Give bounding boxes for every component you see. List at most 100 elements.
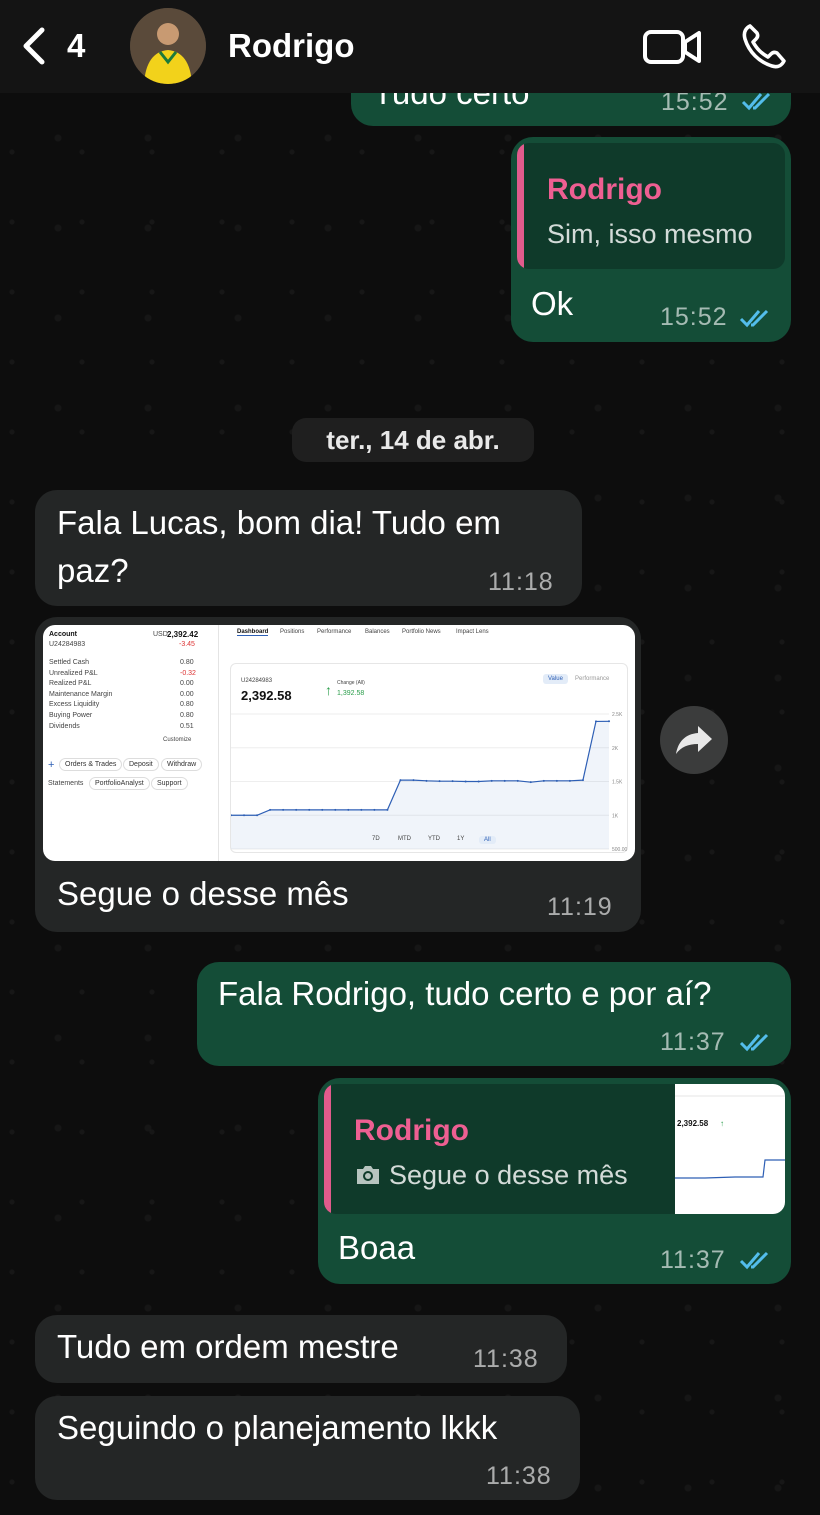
data-point [529, 781, 532, 784]
support-button[interactable]: Support [151, 777, 188, 790]
message-time: 15:52 [660, 303, 728, 331]
data-point [386, 808, 389, 811]
data-point [542, 779, 545, 782]
data-point [555, 779, 558, 782]
data-point [243, 814, 246, 817]
read-receipt-icon [739, 1251, 769, 1270]
message-bubble-outgoing[interactable]: Rodrigo Sim, isso mesmo Ok 15:52 [511, 137, 791, 342]
data-point [373, 808, 376, 811]
deposit-button[interactable]: Deposit [123, 758, 159, 771]
avatar[interactable] [130, 8, 206, 84]
message-text-line-1: Fala Lucas, bom dia! Tudo em [57, 504, 501, 541]
range-ytd[interactable]: YTD [428, 836, 440, 842]
account-row-value: -0.32 [180, 669, 196, 677]
account-row-value: 0.00 [180, 680, 194, 688]
quote-bar [324, 1084, 331, 1214]
data-point [451, 780, 454, 783]
statements-link[interactable]: Statements [48, 780, 83, 787]
quoted-message[interactable]: Rodrigo Sim, isso mesmo [517, 143, 785, 269]
data-point [282, 808, 285, 811]
chat-header: 4 Rodrigo [0, 0, 820, 93]
quote-bar [517, 143, 524, 269]
message-bubble-incoming[interactable]: Tudo em ordem mestre 11:38 [35, 1315, 567, 1383]
portfolio-analyst-button[interactable]: PortfolioAnalyst [89, 777, 150, 790]
data-point [581, 779, 584, 782]
message-time: 11:18 [488, 568, 554, 596]
quote-text: Sim, isso mesmo [547, 219, 753, 249]
message-time: 11:37 [660, 1028, 726, 1056]
phone-call-icon[interactable] [740, 22, 788, 70]
message-text: Fala Rodrigo, tudo certo e por aí? [218, 975, 712, 1012]
account-row-value: 0.51 [180, 722, 194, 730]
data-point [477, 780, 480, 783]
y-tick-label: 1.5K [612, 780, 623, 786]
message-time: 11:38 [486, 1462, 552, 1490]
data-point [269, 808, 272, 811]
data-point [321, 808, 324, 811]
data-point [608, 720, 610, 723]
forward-button[interactable] [660, 706, 728, 774]
chart-card: U24284983 2,392.58 ↑ Change (All) 1,392.… [230, 663, 628, 853]
data-point [425, 779, 428, 782]
data-point [594, 720, 597, 723]
video-call-icon[interactable] [642, 27, 702, 67]
tab-dashboard[interactable]: Dashboard [237, 629, 269, 636]
data-point [464, 780, 467, 783]
image-caption: Segue o desse mês [57, 875, 349, 912]
tab-performance[interactable]: Performance [317, 629, 351, 635]
data-point [308, 808, 311, 811]
message-text-line-2: paz? [57, 552, 129, 589]
data-point [295, 808, 298, 811]
customize-link[interactable]: Customize [163, 737, 191, 743]
unread-count[interactable]: 4 [67, 27, 85, 65]
date-divider: ter., 14 de abr. [292, 418, 534, 462]
data-point [347, 808, 350, 811]
message-text: Ok [531, 285, 574, 322]
thumbnail-chart: 2,392.58 ↑ [675, 1095, 785, 1179]
data-point [399, 779, 402, 782]
range-mtd[interactable]: MTD [398, 836, 411, 842]
y-tick-label: 2.5K [612, 712, 623, 718]
data-point [516, 779, 519, 782]
orders-trades-button[interactable]: Orders & Trades [59, 758, 123, 771]
data-point [490, 779, 493, 782]
thumbnail-value: 2,392.58 [677, 1119, 709, 1128]
message-bubble-outgoing[interactable]: Rodrigo Segue o desse mês 2,392.58 ↑ Boa… [318, 1078, 791, 1284]
account-panel: Account U24284983 USD 2,392.42 -3.45 Set… [43, 625, 219, 861]
message-time: 11:38 [473, 1345, 539, 1373]
message-bubble-incoming[interactable]: Seguindo o planejamento lkkk 11:38 [35, 1396, 580, 1500]
contact-name[interactable]: Rodrigo [228, 27, 354, 65]
message-time: 11:37 [660, 1246, 726, 1274]
account-row-label: Buying Power [49, 712, 93, 719]
range-1y[interactable]: 1Y [457, 836, 464, 842]
read-receipt-icon [739, 1033, 769, 1052]
image-attachment[interactable]: Account U24284983 USD 2,392.42 -3.45 Set… [43, 625, 635, 861]
account-label: Account [49, 631, 77, 638]
data-point [568, 779, 571, 782]
withdraw-button[interactable]: Withdraw [161, 758, 203, 771]
data-point [360, 808, 363, 811]
account-row-value: 0.80 [180, 712, 194, 719]
data-point [412, 779, 415, 782]
tab-positions[interactable]: Positions [280, 629, 304, 635]
tab-balances[interactable]: Balances [365, 629, 390, 635]
message-bubble-incoming[interactable]: Fala Lucas, bom dia! Tudo em paz? 11:18 [35, 490, 582, 606]
y-tick-label: 2K [612, 746, 619, 752]
add-icon[interactable]: + [48, 759, 54, 771]
tab-impact-lens[interactable]: Impact Lens [456, 629, 489, 635]
account-id: U24284983 [49, 641, 86, 648]
quote-thumbnail: 2,392.58 ↑ [675, 1084, 785, 1214]
range-all[interactable]: All [479, 836, 496, 844]
y-tick-label: 500.00 [612, 847, 628, 853]
chevron-left-icon[interactable] [18, 26, 50, 66]
message-bubble-outgoing[interactable]: Fala Rodrigo, tudo certo e por aí? 11:37 [197, 962, 791, 1066]
chart-area [231, 721, 609, 849]
read-receipt-icon [741, 92, 771, 111]
read-receipt-icon [739, 309, 769, 328]
range-7d[interactable]: 7D [372, 836, 380, 842]
account-row-label: Excess Liquidity [49, 701, 100, 709]
avatar-image [130, 8, 206, 84]
quoted-message[interactable]: Rodrigo Segue o desse mês 2,392.58 ↑ [324, 1084, 785, 1214]
tab-portfolio-news[interactable]: Portfolio News [402, 629, 441, 635]
line-chart: 2.5K 2K 1.5K 1K 500.00 [231, 712, 628, 853]
